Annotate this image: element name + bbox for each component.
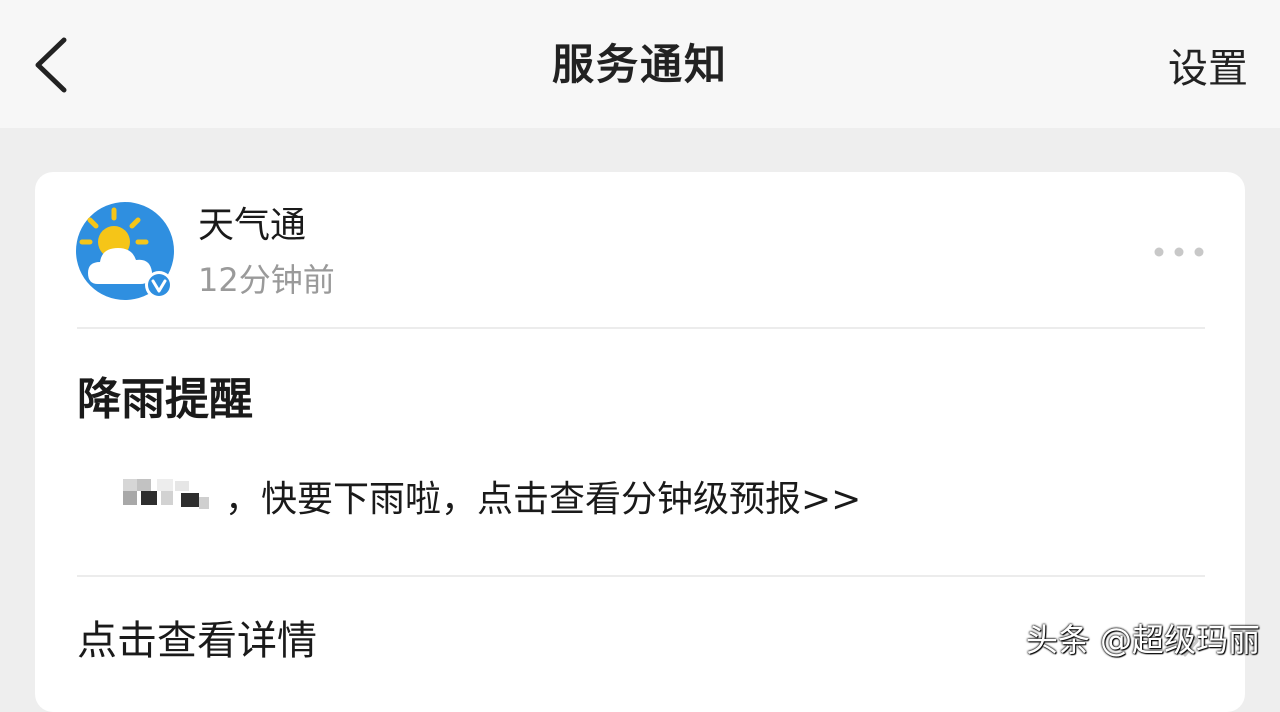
header-divider	[77, 327, 1205, 329]
redacted-mosaic	[121, 475, 211, 517]
message-timestamp: 12分钟前	[198, 261, 335, 299]
verified-badge-icon	[145, 271, 173, 299]
sender-name: 天气通	[198, 205, 307, 246]
watermark: 头条 @超级玛丽	[1025, 621, 1260, 659]
sender-avatar[interactable]	[76, 202, 174, 300]
more-options-button[interactable]	[1151, 242, 1207, 262]
settings-button[interactable]: 设置	[1168, 0, 1248, 136]
chevron-left-icon	[35, 37, 67, 93]
back-button[interactable]	[28, 30, 84, 100]
page-title: 服务通知	[551, 40, 728, 89]
view-details-label: 点击查看详情	[77, 618, 317, 664]
more-dots-icon	[1154, 247, 1204, 257]
notice-body-text: ，快要下雨啦，点击查看分钟级预报>>	[225, 479, 862, 520]
notice-body: ，快要下雨啦，点击查看分钟级预报>>	[121, 468, 861, 524]
nav-bar: 服务通知 设置	[0, 0, 1280, 128]
notice-title: 降雨提醒	[77, 374, 253, 425]
